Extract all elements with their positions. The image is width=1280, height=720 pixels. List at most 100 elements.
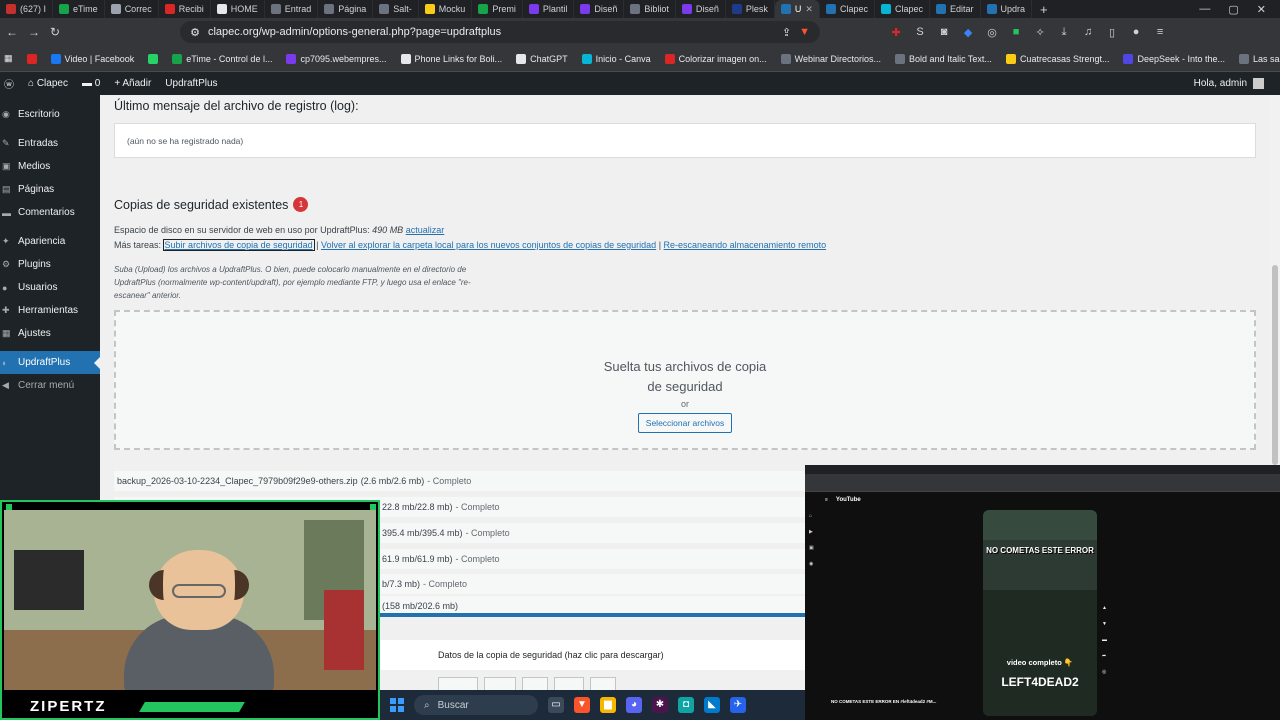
bookmark-item[interactable]: Video | Facebook [50, 53, 134, 64]
bookmark-item[interactable]: Colorizar imagen on... [664, 53, 767, 64]
browser-tab[interactable]: Diseñ [676, 0, 726, 18]
app-icon[interactable]: ✈ [730, 697, 746, 713]
windows-start-icon[interactable] [390, 698, 404, 712]
browser-tab[interactable]: Mocku [419, 0, 473, 18]
download-icon[interactable]: ⤓ [1058, 26, 1070, 39]
wordpress-logo-icon[interactable]: ⓦ [4, 76, 14, 91]
bookmark-item[interactable]: Las sabrosas recetas... [1239, 53, 1280, 64]
discord-icon[interactable]: ◕ [626, 697, 642, 713]
maximize-icon[interactable]: ▢ [1228, 3, 1238, 16]
bookmark-item[interactable] [26, 53, 37, 64]
backup-data-header[interactable]: Datos de la copia de seguridad (haz clic… [380, 640, 810, 670]
scrollbar-thumb[interactable] [1272, 265, 1278, 465]
action-button[interactable] [589, 677, 617, 691]
file-dropzone[interactable]: Suelta tus archivos de copia de segurida… [114, 310, 1256, 450]
browser-tab[interactable]: Clapec [820, 0, 875, 18]
sidebar-item-8[interactable]: ✚ Herramientas [0, 299, 100, 322]
browser-tab[interactable]: (627) I [0, 0, 54, 18]
remix-icon[interactable]: ◎ [1102, 669, 1114, 675]
profile-icon[interactable]: ● [1130, 26, 1142, 39]
browser-tab[interactable]: U ✕ [774, 0, 820, 18]
browser-tab[interactable]: Plantil [523, 0, 575, 18]
url-text[interactable]: clapec.org/wp-admin/options-general.php?… [208, 26, 774, 38]
bookmark-item[interactable]: eTime - Control de l... [172, 53, 272, 64]
upload-backup-files-link[interactable]: Subir archivos de copia de seguridad [162, 239, 315, 251]
yt-short-player[interactable]: NO COMETAS ESTE ERROR video completo 👇 L… [983, 510, 1097, 716]
browser-tab[interactable]: Página [318, 0, 374, 18]
select-files-button[interactable]: Seleccionar archivos [637, 413, 733, 433]
back-icon[interactable]: ← [6, 25, 18, 39]
action-button[interactable] [554, 677, 584, 691]
brave-shield-icon[interactable]: ▼ [799, 26, 810, 38]
youtube-logo[interactable]: YouTube [836, 497, 861, 503]
sidebar-item-0[interactable]: ◉ Escritorio [0, 103, 100, 126]
vscode-icon[interactable]: ◣ [704, 697, 720, 713]
browser-tab[interactable]: Salt- [373, 0, 419, 18]
browser-tab[interactable]: Bibliot [624, 0, 676, 18]
rescan-remote-link[interactable]: Re-escaneando almacenamiento remoto [664, 240, 827, 250]
browser-tab[interactable]: Diseñ [574, 0, 625, 18]
minimize-icon[interactable]: — [1199, 3, 1210, 16]
action-button[interactable] [484, 677, 516, 691]
sidebar-item-6[interactable]: ⚙ Plugins [0, 253, 100, 276]
new-tab-icon[interactable]: + [1032, 2, 1056, 17]
browser-tab[interactable]: Plesk [726, 0, 775, 18]
browser-tab[interactable]: Entrad [265, 0, 319, 18]
refresh-link[interactable]: actualizar [406, 225, 445, 235]
bookmark-item[interactable]: cp7095.webempres... [286, 53, 387, 64]
yt-you-icon[interactable]: ◉ [809, 561, 821, 567]
updraftplus-adminbar-item[interactable]: UpdraftPlus [165, 78, 217, 89]
bookmark-item[interactable]: DeepSeek - Into the... [1123, 53, 1225, 64]
action-button[interactable] [438, 677, 479, 691]
address-bar[interactable]: ⚙ clapec.org/wp-admin/options-general.ph… [180, 21, 821, 43]
sidebar-item-9[interactable]: ▦ Ajustes [0, 322, 100, 345]
like-icon[interactable]: ▲ [1102, 605, 1114, 611]
comments-counter[interactable]: ▬ 0 [82, 78, 100, 89]
sidebar-item-11[interactable]: ◀ Cerrar menú [0, 374, 100, 397]
yt-shorts-icon[interactable]: ▶ [809, 529, 821, 535]
forward-icon[interactable]: → [28, 25, 40, 39]
bookmark-item[interactable]: Inicio - Canva [581, 53, 651, 64]
close-tab-icon[interactable]: ✕ [805, 4, 813, 15]
sidebar-item-7[interactable]: ● Usuarios [0, 276, 100, 299]
extension-icon[interactable]: ✚ [890, 26, 902, 39]
reload-icon[interactable]: ↻ [50, 25, 60, 39]
slack-icon[interactable]: ✱ [652, 697, 668, 713]
extension-icon[interactable]: ■ [1010, 26, 1022, 39]
sidebar-item-4[interactable]: ▬ Comentarios [0, 201, 100, 224]
bookmark-item[interactable]: Webinar Directorios... [780, 53, 881, 64]
taskbar-search[interactable]: ⌕ Buscar [414, 695, 538, 715]
extension-icon[interactable]: S [914, 26, 926, 39]
extension-icon[interactable]: ◎ [986, 26, 998, 39]
extensions-icon[interactable]: ✧ [1034, 26, 1046, 39]
app-icon[interactable]: ◘ [678, 697, 694, 713]
bookmark-item[interactable] [148, 53, 159, 64]
browser-tab[interactable]: Clapec [875, 0, 930, 18]
site-name[interactable]: ⌂ Clapec [28, 78, 68, 89]
close-window-icon[interactable]: ✕ [1257, 3, 1266, 16]
browser-tab[interactable]: Correc [105, 0, 159, 18]
yt-menu-icon[interactable]: ≡ [825, 497, 828, 503]
add-new-button[interactable]: + Añadir [114, 78, 151, 89]
rescan-local-link[interactable]: Volver al explorar la carpeta local para… [321, 240, 656, 250]
sidebar-item-1[interactable]: ✎ Entradas [0, 132, 100, 155]
brave-icon[interactable]: ▼ [574, 697, 590, 713]
bookmark-item[interactable]: Phone Links for Boli... [400, 53, 502, 64]
share-icon[interactable]: ➦ [1102, 653, 1114, 659]
browser-tab[interactable]: Premi [472, 0, 523, 18]
sidebar-item-3[interactable]: ▤ Páginas [0, 178, 100, 201]
sidebar-item-5[interactable]: ✦ Apariencia [0, 230, 100, 253]
yt-subs-icon[interactable]: ▣ [809, 545, 821, 551]
browser-tab[interactable]: eTime [53, 0, 105, 18]
user-greeting[interactable]: Hola, admin [1194, 78, 1280, 89]
browser-tab[interactable]: Updra [981, 0, 1033, 18]
avatar[interactable] [1253, 78, 1264, 89]
camera-icon[interactable]: ◙ [938, 26, 950, 39]
sidebar-icon[interactable]: ▯ [1106, 26, 1118, 39]
action-button[interactable] [521, 677, 549, 691]
task-view-icon[interactable]: ▭ [548, 697, 564, 713]
bookmark-item[interactable]: Cuatrecasas Strengt... [1005, 53, 1109, 64]
share-icon[interactable]: ⇪ [782, 26, 791, 39]
dislike-icon[interactable]: ▼ [1102, 621, 1114, 627]
browser-tab[interactable]: HOME [211, 0, 265, 18]
